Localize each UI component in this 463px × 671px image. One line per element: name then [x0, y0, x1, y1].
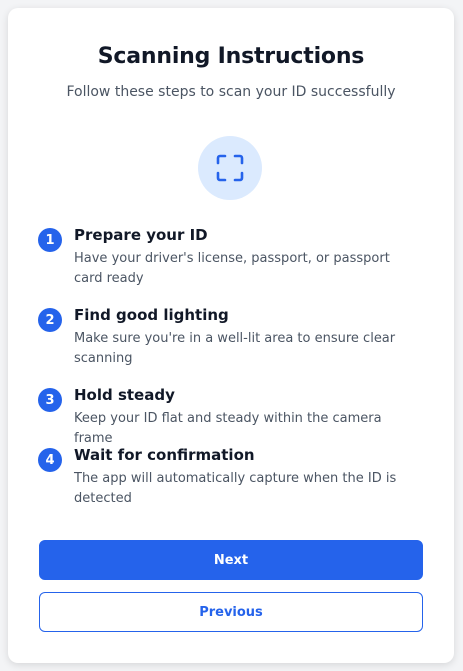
step-description: The app will automatically capture when … [74, 471, 397, 506]
step-title: Find good lighting [74, 306, 229, 324]
scan-icon-badge [198, 136, 262, 200]
previous-button[interactable]: Previous [39, 592, 423, 632]
step-title: Prepare your ID [74, 226, 208, 244]
step-number-badge: 2 [38, 308, 62, 332]
step-description: Keep your ID flat and steady within the … [74, 411, 382, 446]
step-title: Wait for confirmation [74, 446, 255, 464]
instructions-card: Scanning Instructions Follow these steps… [8, 8, 454, 663]
next-button[interactable]: Next [39, 540, 423, 580]
step-description: Make sure you're in a well-lit area to e… [74, 331, 396, 366]
step-number-badge: 1 [38, 228, 62, 252]
scan-frame-icon [216, 154, 244, 182]
step-description: Have your driver's license, passport, or… [74, 251, 390, 286]
step-number-badge: 3 [38, 388, 62, 412]
page-title: Scanning Instructions [97, 44, 365, 69]
step-number-badge: 4 [38, 448, 62, 472]
page-subtitle: Follow these steps to scan your ID succe… [66, 84, 396, 100]
step-title: Hold steady [74, 386, 175, 404]
